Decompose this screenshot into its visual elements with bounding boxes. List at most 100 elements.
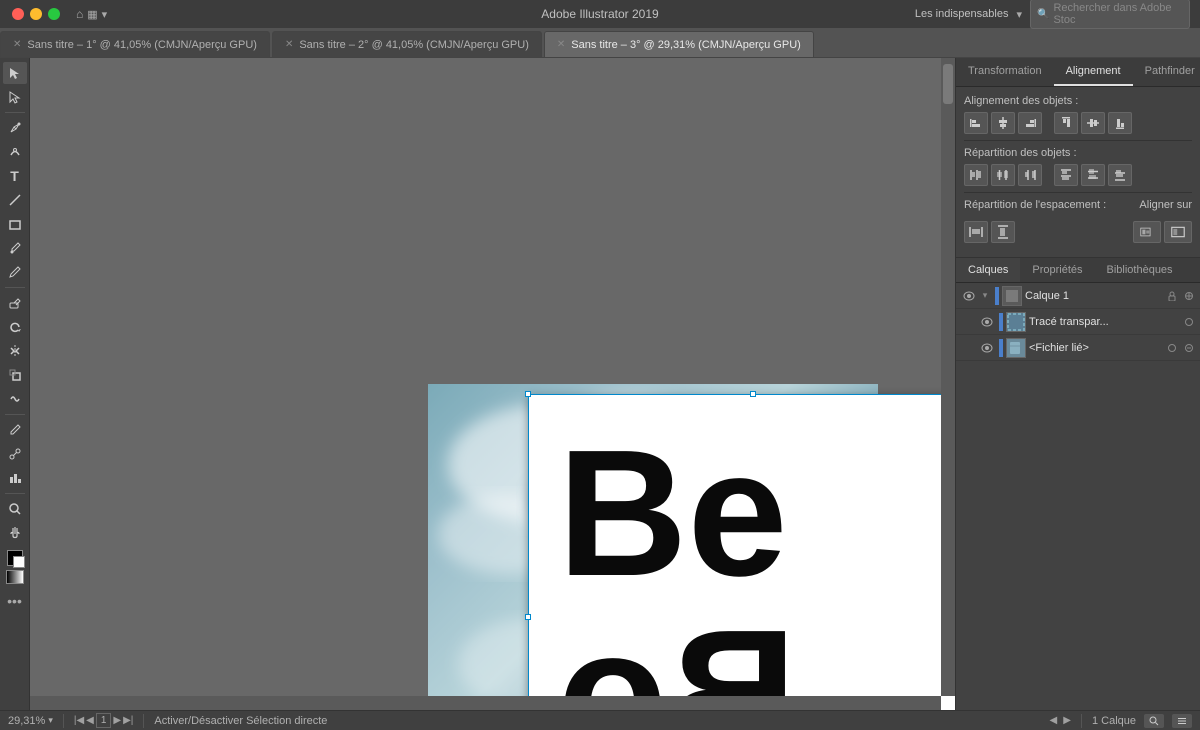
tabs-bar: ✕ Sans titre – 1° @ 41,05% (CMJN/Aperçu … [0, 28, 1200, 58]
align-bottom-btn[interactable] [1108, 112, 1132, 134]
layer-circle-icon-fichier[interactable] [1165, 341, 1179, 355]
layer-thumb-fichier [1006, 338, 1026, 358]
distribute-bottom-btn[interactable] [1108, 164, 1132, 186]
tool-separator-2 [5, 287, 25, 288]
spacing-label: Répartition de l'espacement : [964, 199, 1106, 211]
distribute-top-btn[interactable] [1054, 164, 1078, 186]
maximize-button[interactable] [48, 8, 60, 20]
color-swatches[interactable] [7, 550, 23, 566]
layer-eye-fichier[interactable] [978, 339, 996, 357]
home-icon[interactable]: ⌂ [76, 7, 83, 21]
layer-circle-icon-trace[interactable] [1182, 315, 1196, 329]
tab-2[interactable]: ✕ Sans titre – 2° @ 41,05% (CMJN/Aperçu … [272, 31, 542, 57]
layers-options-btn[interactable] [1172, 714, 1192, 728]
spacing-h-btn[interactable] [964, 221, 988, 243]
layer-options-icon-1[interactable] [1182, 289, 1196, 303]
tab-pathfinder[interactable]: Pathfinder [1133, 58, 1200, 86]
zoom-dropdown-icon[interactable]: ▾ [48, 715, 53, 726]
left-toolbar: T [0, 58, 30, 710]
workspace-label: Les indispensables [915, 8, 1009, 20]
divider2 [964, 192, 1192, 193]
layer-options-icon-fichier[interactable] [1182, 341, 1196, 355]
align-to-icon[interactable] [1133, 221, 1161, 243]
zoom-tool[interactable] [3, 498, 27, 520]
workspace-dropdown-icon[interactable]: ▾ [1016, 8, 1022, 21]
tab-1[interactable]: ✕ Sans titre – 1° @ 41,05% (CMJN/Aperçu … [0, 31, 270, 57]
line-tool[interactable] [3, 189, 27, 211]
tab-calques[interactable]: Calques [956, 258, 1020, 282]
pen-tool[interactable] [3, 117, 27, 139]
distribute-center-h-btn[interactable] [991, 164, 1015, 186]
nav-next-btn[interactable]: ▶ [113, 715, 121, 726]
blend-tool[interactable] [3, 443, 27, 465]
tab-close-2[interactable]: ✕ [285, 39, 293, 50]
scale-tool[interactable] [3, 364, 27, 386]
letter-e: e [688, 424, 788, 604]
layer-icons-right-3 [1165, 341, 1196, 355]
eraser-tool[interactable] [3, 292, 27, 314]
artboard-input[interactable]: 1 [96, 713, 112, 728]
close-button[interactable] [12, 8, 24, 20]
pencil-tool[interactable] [3, 261, 27, 283]
nav-last-btn[interactable]: ▶| [123, 715, 133, 726]
direct-select-tool[interactable] [3, 86, 27, 108]
align-right-btn[interactable] [1018, 112, 1042, 134]
rect-tool[interactable] [3, 213, 27, 235]
align-center-h-btn[interactable] [991, 112, 1015, 134]
layer-color-bar-calque1 [995, 287, 999, 305]
type-tool[interactable]: T [3, 165, 27, 187]
scroll-left-btn[interactable]: ◀ [1050, 715, 1058, 726]
minimize-button[interactable] [30, 8, 42, 20]
tab-3[interactable]: ✕ Sans titre – 3° @ 29,31% (CMJN/Aperçu … [544, 31, 814, 57]
distribute-left-btn[interactable] [964, 164, 988, 186]
layer-eye-trace[interactable] [978, 313, 996, 331]
spacing-v-btn[interactable] [991, 221, 1015, 243]
canvas-area[interactable]: B e o B [30, 58, 955, 710]
layer-lock-icon-1[interactable] [1165, 289, 1179, 303]
align-left-btn[interactable] [964, 112, 988, 134]
layer-expand-calque1[interactable]: ▾ [978, 290, 992, 301]
grid-icon[interactable]: ▦ [87, 8, 97, 21]
tab-bibliotheques[interactable]: Bibliothèques [1095, 258, 1185, 282]
eyedropper-tool[interactable] [3, 419, 27, 441]
distribute-center-v-btn[interactable] [1081, 164, 1105, 186]
warp-tool[interactable] [3, 388, 27, 410]
tab-proprietes[interactable]: Propriétés [1020, 258, 1094, 282]
gradient-swatch[interactable] [6, 570, 24, 584]
tab-transformation[interactable]: Transformation [956, 58, 1054, 86]
hand-tool[interactable] [3, 522, 27, 544]
extra-tools-btn[interactable]: ••• [3, 590, 27, 612]
layer-fichier[interactable]: <Fichier lié> [956, 335, 1200, 361]
aligner-sur-section: Aligner sur [1139, 199, 1192, 216]
tab-close-3[interactable]: ✕ [557, 39, 565, 50]
tab-alignement[interactable]: Alignement [1054, 58, 1133, 86]
chevron-down-icon[interactable]: ▾ [102, 8, 108, 21]
mirror-tool[interactable] [3, 340, 27, 362]
calque-count: 1 Calque [1092, 715, 1136, 727]
nav-first-btn[interactable]: |◀ [74, 715, 84, 726]
layer-trace[interactable]: Tracé transpar... [956, 309, 1200, 335]
scroll-right-btn[interactable]: ▶ [1063, 715, 1071, 726]
nav-prev-btn[interactable]: ◀ [86, 715, 94, 726]
align-to-icon2[interactable] [1164, 221, 1192, 243]
paintbrush-tool[interactable] [3, 237, 27, 259]
align-center-v-btn[interactable] [1081, 112, 1105, 134]
column-graph-tool[interactable] [3, 467, 27, 489]
scrollbar-vertical[interactable] [941, 58, 955, 696]
distribute-right-btn[interactable] [1018, 164, 1042, 186]
letter-o: o [558, 604, 668, 710]
select-tool[interactable] [3, 62, 27, 84]
scrollbar-horizontal[interactable] [30, 696, 941, 710]
layer-calque1[interactable]: ▾ Calque 1 [956, 283, 1200, 309]
layer-eye-calque1[interactable] [960, 287, 978, 305]
search-box[interactable]: 🔍 Rechercher dans Adobe Stoc [1030, 0, 1190, 29]
layer-name-trace: Tracé transpar... [1029, 316, 1182, 328]
titlebar: ⌂ ▦ ▾ Adobe Illustrator 2019 Les indispe… [0, 0, 1200, 28]
align-top-btn[interactable] [1054, 112, 1078, 134]
layers-section: Calques Propriétés Bibliothèques ▾ Calqu… [956, 257, 1200, 710]
search-layers-btn[interactable] [1144, 714, 1164, 728]
curvature-tool[interactable] [3, 141, 27, 163]
scrollbar-thumb-v[interactable] [943, 64, 953, 104]
rotate-tool[interactable] [3, 316, 27, 338]
tab-close-1[interactable]: ✕ [13, 39, 21, 50]
